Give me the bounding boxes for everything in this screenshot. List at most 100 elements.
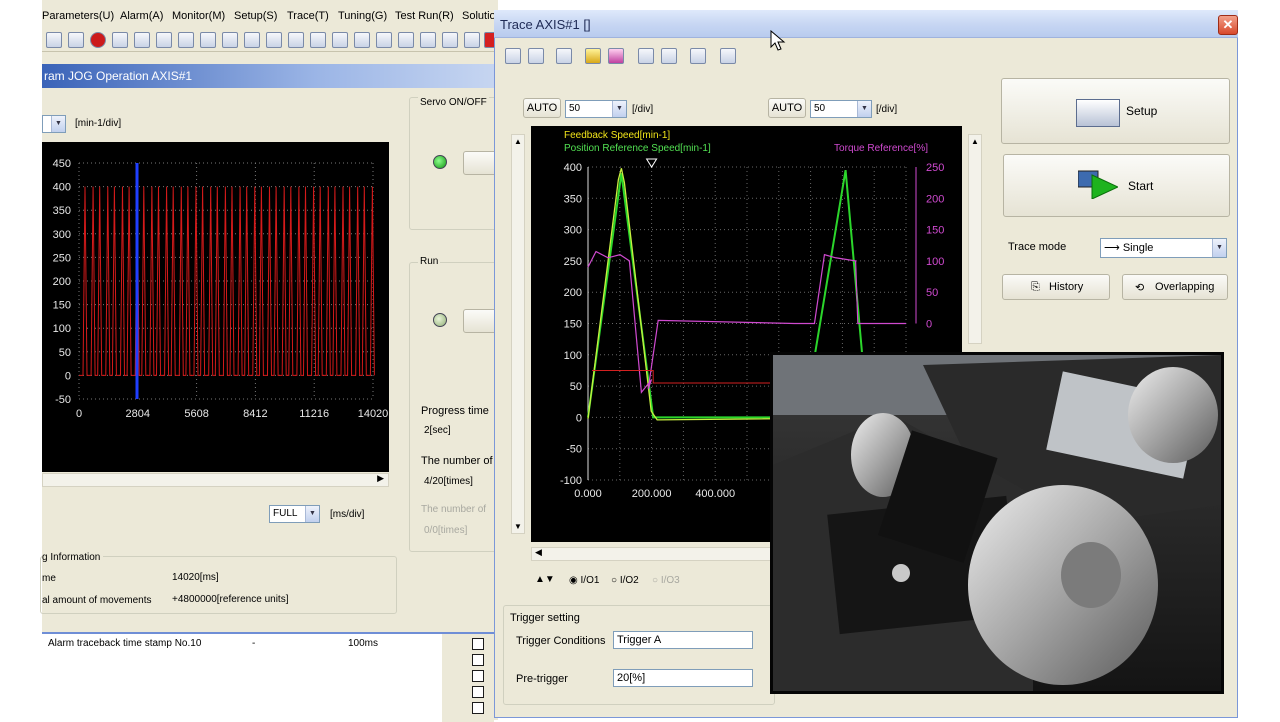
copy-icon[interactable] <box>288 32 304 48</box>
menu-trace[interactable]: Trace(T) <box>287 10 329 22</box>
alarm-checkbox-3[interactable] <box>472 670 484 682</box>
alarm-list: Alarm traceback time stamp No.10 - 100ms <box>42 632 494 722</box>
right-auto-button[interactable]: AUTO <box>768 98 806 118</box>
filter-icon[interactable] <box>68 32 84 48</box>
trace-horizontal-scrollbar[interactable]: ◀ <box>531 547 771 561</box>
menu-tuning[interactable]: Tuning(G) <box>338 10 387 22</box>
info-header: g Information <box>42 552 104 563</box>
tune-icon[interactable] <box>376 32 392 48</box>
alarm-checkbox-5[interactable] <box>472 702 484 714</box>
trace-y-right-tick: 250 <box>926 162 944 174</box>
menu-test-run[interactable]: Test Run(R) <box>395 10 454 22</box>
scroll-up-icon[interactable]: ▲ <box>514 137 522 146</box>
zoom-out-icon[interactable] <box>661 48 677 64</box>
alarm-checkbox-4[interactable] <box>472 686 484 698</box>
trace-y-left-tick: 350 <box>564 193 582 205</box>
zoom-in-icon[interactable] <box>638 48 654 64</box>
jog-y-tick: 150 <box>53 300 71 312</box>
upload-icon[interactable] <box>222 32 238 48</box>
menu-alarm[interactable]: Alarm(A) <box>120 10 163 22</box>
monitor-icon[interactable] <box>156 32 172 48</box>
jog-x-tick: 5608 <box>184 408 208 420</box>
run-button[interactable] <box>463 309 497 333</box>
jog-speed-series <box>79 186 375 376</box>
jog-x-tick: 2804 <box>126 408 150 420</box>
grid-icon[interactable] <box>266 32 282 48</box>
io-spinner-icon[interactable]: ▲▼ <box>535 574 555 585</box>
trace-y-right-tick: 50 <box>926 287 938 299</box>
progress-time-label: Progress time <box>421 405 489 417</box>
menu-parameters[interactable]: Parameters(U) <box>42 10 114 22</box>
history-button[interactable]: ⎘ History <box>1002 274 1110 300</box>
wrench-icon[interactable] <box>398 32 414 48</box>
right-vertical-scrollbar[interactable]: ▲ <box>968 134 982 344</box>
number-value: 4/20[times] <box>424 476 473 487</box>
export-icon[interactable] <box>720 48 736 64</box>
plug-icon[interactable] <box>420 32 436 48</box>
left-div-value: 50 <box>569 103 581 114</box>
fit-icon[interactable] <box>690 48 706 64</box>
setup-button[interactable]: Setup <box>1001 78 1230 144</box>
trace-mode-select[interactable]: ⟶ Single ▼ <box>1100 238 1227 258</box>
menu-monitor[interactable]: Monitor(M) <box>172 10 225 22</box>
download-icon[interactable] <box>200 32 216 48</box>
jog-scale-select[interactable]: ▼ <box>42 115 66 133</box>
trace-y-left-tick: 250 <box>564 256 582 268</box>
pretrigger-field[interactable]: 20[%] <box>613 669 753 687</box>
trace-y-right-tick: 100 <box>926 256 944 268</box>
left-div-select[interactable]: 50 ▼ <box>565 100 627 118</box>
trigger-conditions-field[interactable]: Trigger A <box>613 631 753 649</box>
chart-icon[interactable] <box>178 32 194 48</box>
play-icon <box>1077 169 1120 200</box>
jog-range-select[interactable]: FULL ▼ <box>269 505 320 523</box>
left-vertical-scrollbar[interactable]: ▲ ▼ <box>511 134 525 534</box>
jog-x-tick: 14020 <box>358 408 389 420</box>
trace-mode-value: Single <box>1122 242 1154 254</box>
jog-plot-scrollbar[interactable]: ▶ <box>42 473 389 487</box>
jog-x-tick: 11216 <box>299 408 329 420</box>
io1-radio[interactable]: ◉ I/O1 <box>569 575 599 586</box>
jog-x-tick: 0 <box>76 408 82 420</box>
alarm-checkbox-1[interactable] <box>472 638 484 650</box>
jog-y-tick: 450 <box>53 158 71 170</box>
setup-label: Setup <box>1126 104 1158 118</box>
list-icon[interactable] <box>134 32 150 48</box>
close-icon[interactable]: ✕ <box>1218 15 1238 35</box>
info-icon[interactable] <box>112 32 128 48</box>
scroll-right-icon[interactable]: ▶ <box>377 473 384 484</box>
save-icon[interactable] <box>528 48 544 64</box>
menu-setup[interactable]: Setup(S) <box>234 10 277 22</box>
refresh-icon[interactable] <box>332 32 348 48</box>
trigger-header: Trigger setting <box>510 612 580 624</box>
cursor-icon[interactable] <box>585 48 601 64</box>
scroll-down-icon[interactable]: ▼ <box>514 522 522 531</box>
io2-radio[interactable]: ○ I/O2 <box>611 575 639 586</box>
arrow-icon[interactable] <box>310 32 326 48</box>
left-auto-button[interactable]: AUTO <box>523 98 561 118</box>
stop-icon[interactable] <box>90 32 106 48</box>
print-icon[interactable] <box>556 48 572 64</box>
start-button[interactable]: Start <box>1003 154 1230 217</box>
menu-solution[interactable]: Solutio <box>462 10 496 22</box>
right-div-select[interactable]: 50 ▼ <box>810 100 872 118</box>
alarm-checkbox-2[interactable] <box>472 654 484 666</box>
scroll-up-icon-2[interactable]: ▲ <box>971 137 979 146</box>
edit-icon[interactable] <box>46 32 62 48</box>
servo-on-button[interactable] <box>463 151 497 175</box>
tool-icon[interactable] <box>244 32 260 48</box>
gear-icon[interactable] <box>354 32 370 48</box>
overlapping-button[interactable]: ⟲ Overlapping <box>1122 274 1228 300</box>
alarm-row-label[interactable]: Alarm traceback time stamp No.10 <box>48 638 201 649</box>
trace-title-bar[interactable]: Trace AXIS#1 [] ✕ <box>494 10 1238 38</box>
scroll-left-icon[interactable]: ◀ <box>535 547 542 558</box>
jog-window-title: ram JOG Operation AXIS#1 <box>42 64 498 88</box>
open-icon[interactable] <box>505 48 521 64</box>
trace-y-left-tick: -50 <box>566 444 582 456</box>
lock-icon[interactable] <box>442 32 458 48</box>
jog-y-tick: 350 <box>53 205 71 217</box>
camera-video-inset <box>770 352 1224 694</box>
marker-icon[interactable] <box>608 48 624 64</box>
main-toolbar <box>42 28 500 52</box>
io3-radio[interactable]: ○ I/O3 <box>652 575 680 586</box>
pen-icon[interactable] <box>464 32 480 48</box>
